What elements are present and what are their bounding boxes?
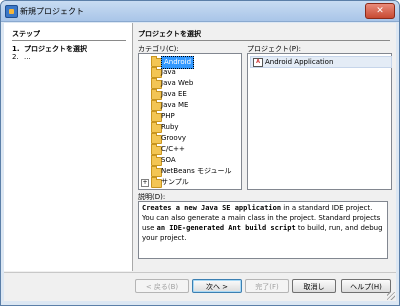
close-button[interactable]: ✕: [365, 3, 395, 19]
step-label: プロジェクトを選択: [24, 45, 87, 53]
next-button[interactable]: 次へ >: [192, 279, 242, 293]
finish-button[interactable]: 完了(F): [245, 279, 289, 293]
description-box: Creates a new Java SE application in a s…: [138, 201, 388, 259]
android-app-icon: A: [253, 58, 263, 67]
dialog-client: ステップ 1. プロジェクトを選択 2.... プロジェクトを選択 カテゴリ(C)…: [4, 23, 396, 301]
app-icon: [5, 5, 18, 18]
project-item-label: Android Application: [265, 58, 334, 66]
tree-item-label: NetBeans モジュール: [161, 167, 232, 175]
tree-item-label: SOA: [161, 156, 176, 164]
description-bold-1: Creates a new Java SE application: [142, 204, 282, 212]
tree-item-label: C/C++: [161, 145, 185, 153]
tree-item-label: Java: [161, 68, 176, 76]
title-bar[interactable]: 新規プロジェクト ✕: [1, 1, 399, 22]
projects-list[interactable]: A Android Application: [247, 53, 392, 190]
help-button[interactable]: ヘルプ(H): [341, 279, 391, 293]
tree-item-label: Ruby: [161, 123, 179, 131]
step-2: 2....: [12, 53, 31, 61]
back-button[interactable]: < 戻る(B): [135, 279, 189, 293]
description-bold-2: an IDE-generated Ant build script: [156, 224, 296, 232]
step-label: ...: [24, 53, 31, 61]
tree-item-label: PHP: [161, 112, 175, 120]
resize-grip-icon[interactable]: [387, 292, 395, 300]
content-header: プロジェクトを選択: [138, 30, 201, 38]
tree-item-label: Java EE: [161, 90, 187, 98]
content-divider: [138, 40, 390, 41]
steps-header: ステップ: [12, 30, 40, 38]
step-number: 1.: [12, 45, 20, 53]
steps-divider: [12, 40, 126, 41]
steps-panel: ステップ 1. プロジェクトを選択 2....: [4, 23, 133, 271]
step-number: 2.: [12, 53, 19, 61]
window-title: 新規プロジェクト: [20, 7, 84, 16]
project-item-android-application[interactable]: A Android Application: [250, 56, 392, 68]
button-bar-separator: [4, 272, 396, 273]
tree-item-label: Java ME: [161, 101, 189, 109]
categories-tree[interactable]: Android Java Java Web Java EE Java ME PH…: [138, 53, 242, 190]
expand-icon[interactable]: +: [141, 179, 149, 187]
tree-item-label: サンプル: [161, 178, 189, 186]
tree-item-label: Groovy: [161, 134, 186, 142]
cancel-button[interactable]: 取消し: [292, 279, 336, 293]
tree-item-label: Java Web: [161, 79, 194, 87]
new-project-dialog: 新規プロジェクト ✕ ステップ 1. プロジェクトを選択 2.... プロジェクト…: [0, 0, 400, 306]
